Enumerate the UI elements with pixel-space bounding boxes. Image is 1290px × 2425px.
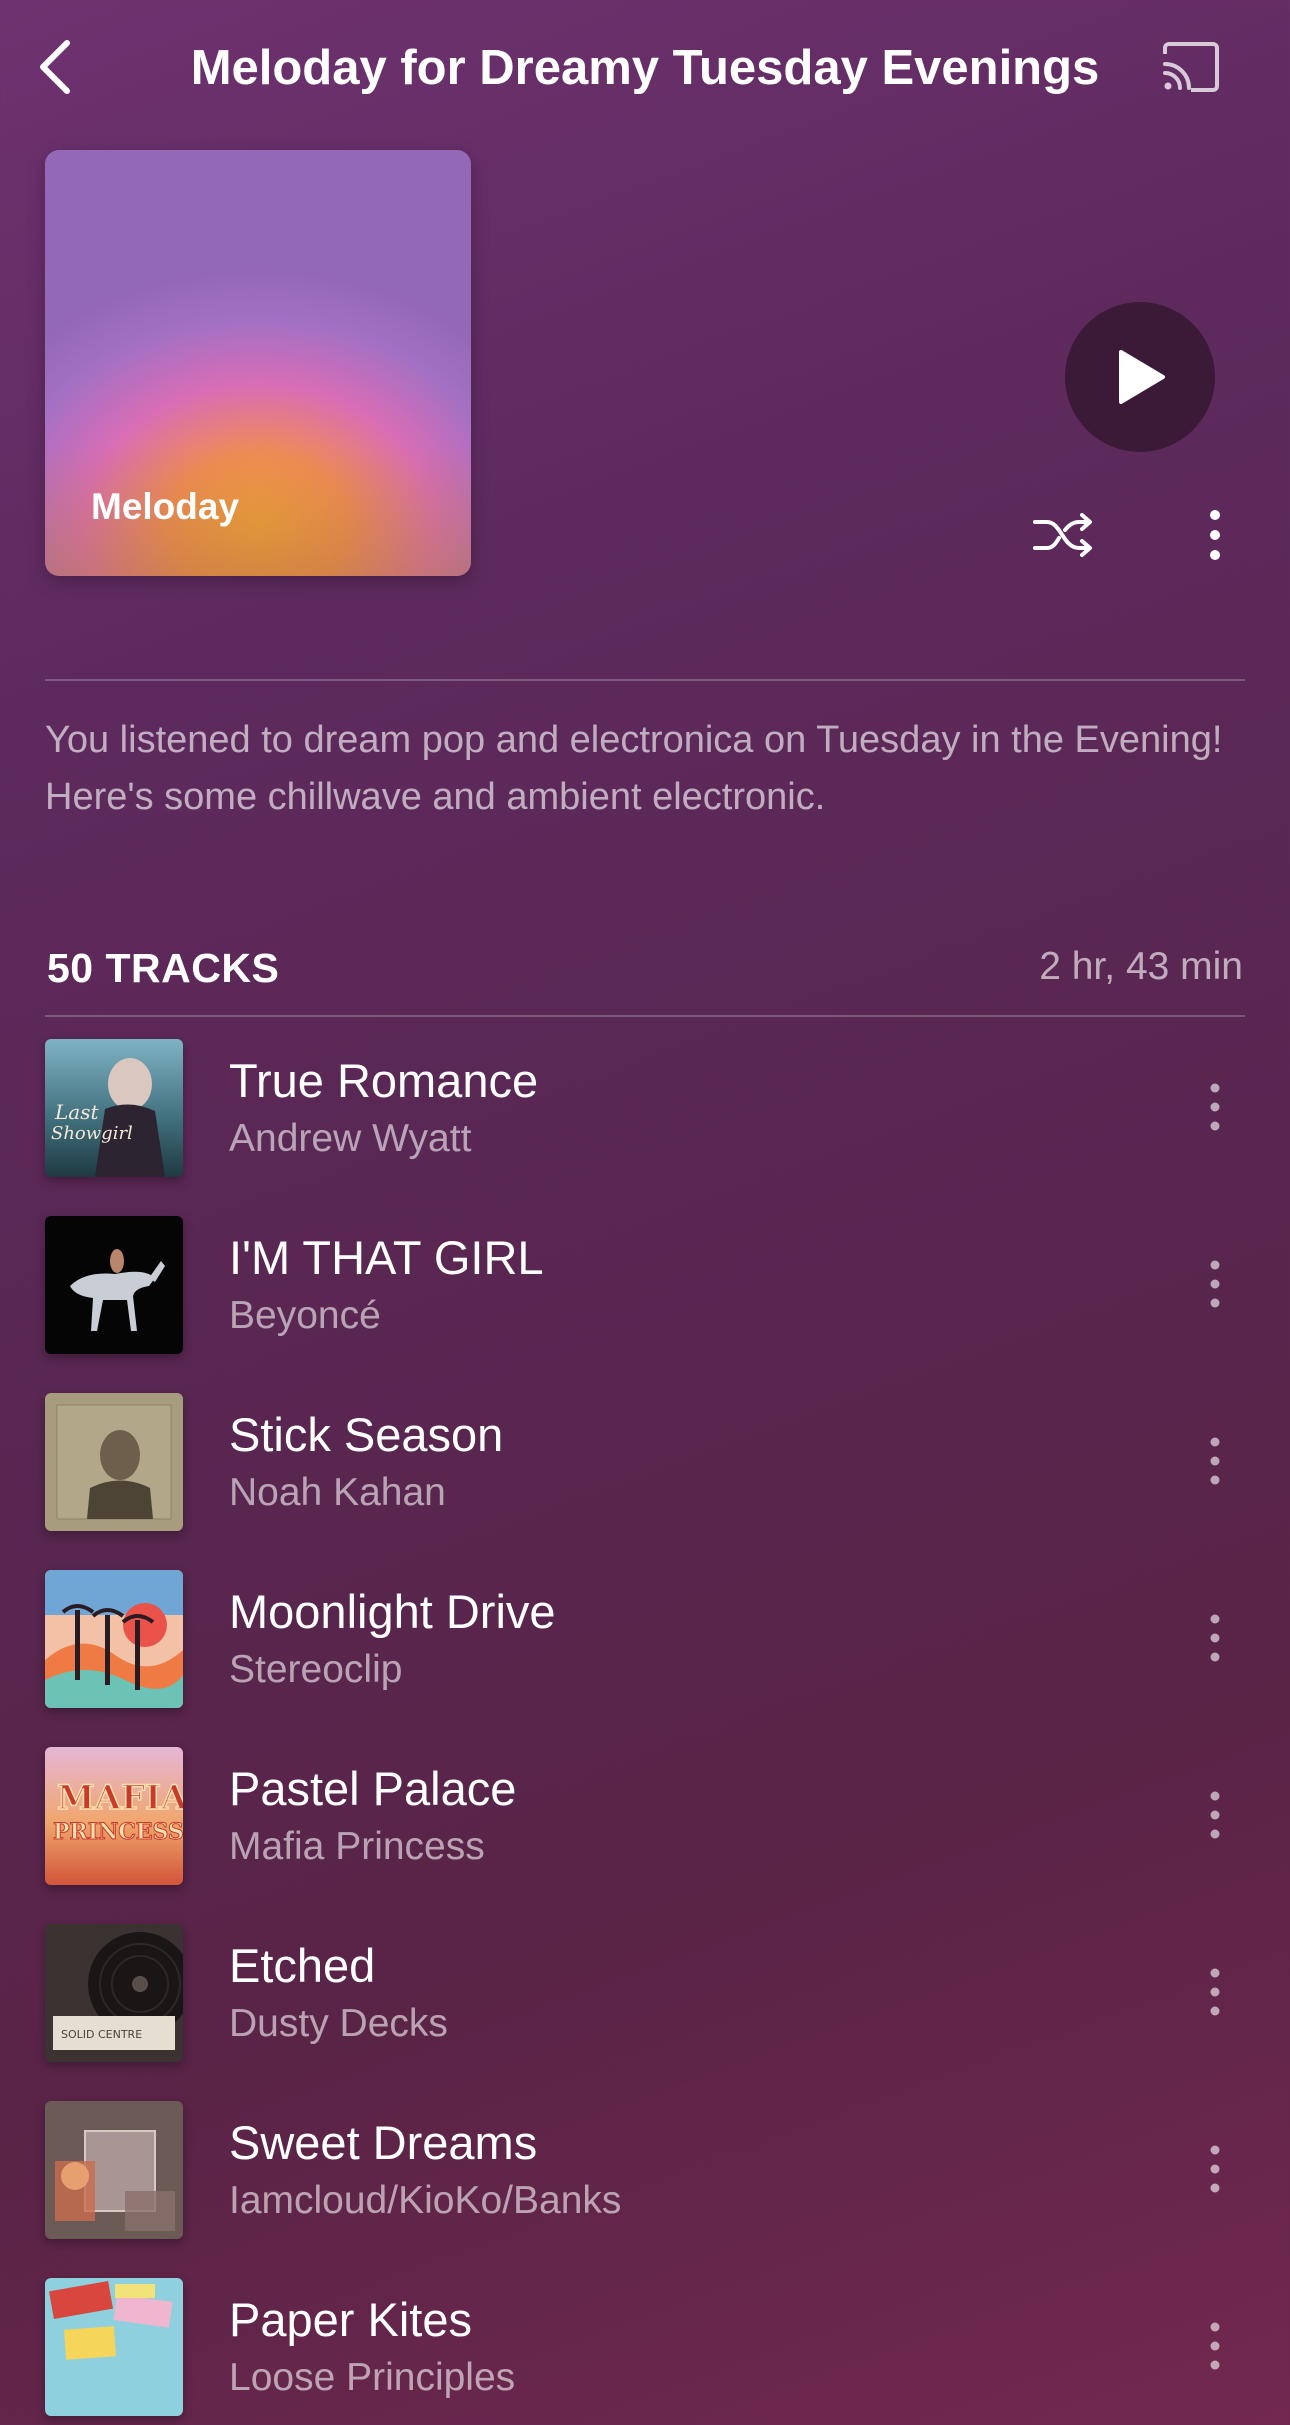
track-title: Moonlight Drive xyxy=(229,1585,556,1638)
track-count: 50 TRACKS xyxy=(47,945,280,991)
playlist-duration: 2 hr, 43 min xyxy=(1039,945,1243,988)
track-row[interactable]: Paper Kites Loose Principles xyxy=(0,2256,1290,2425)
track-title: Pastel Palace xyxy=(229,1762,517,1815)
track-title: Paper Kites xyxy=(229,2293,472,2346)
track-more-button[interactable] xyxy=(1195,1252,1235,1316)
track-row[interactable]: I'M THAT GIRL Beyoncé xyxy=(0,1194,1290,1371)
play-button[interactable] xyxy=(1065,302,1215,452)
back-button[interactable] xyxy=(30,34,80,100)
track-artist: Loose Principles xyxy=(229,2356,516,2399)
playlist-more-button[interactable] xyxy=(1195,505,1235,565)
svg-text:SOLID CENTRE: SOLID CENTRE xyxy=(61,2028,142,2041)
album-art: Last Showgirl xyxy=(45,1039,183,1177)
album-art xyxy=(45,2278,183,2416)
album-art xyxy=(45,1393,183,1531)
track-row[interactable]: Moonlight Drive Stereoclip xyxy=(0,1548,1290,1725)
track-more-button[interactable] xyxy=(1195,1075,1235,1139)
svg-text:MAFIA: MAFIA xyxy=(57,1778,183,1818)
page-title: Meloday for Dreamy Tuesday Evenings xyxy=(190,41,1100,95)
track-artist: Stereoclip xyxy=(229,1648,403,1691)
track-row[interactable]: Stick Season Noah Kahan xyxy=(0,1371,1290,1548)
track-artist: Iamcloud/KioKo/Banks xyxy=(229,2179,622,2222)
shuffle-icon xyxy=(1033,513,1092,557)
track-more-button[interactable] xyxy=(1195,2314,1235,2378)
more-vertical-icon xyxy=(1210,1083,1220,1131)
cast-button[interactable] xyxy=(1155,36,1227,98)
track-artist: Andrew Wyatt xyxy=(229,1117,472,1160)
track-artist: Mafia Princess xyxy=(229,1825,485,1868)
track-title: I'M THAT GIRL xyxy=(229,1231,544,1284)
track-more-button[interactable] xyxy=(1195,2137,1235,2201)
playlist-cover-art: Meloday xyxy=(45,150,471,576)
svg-text:PRINCESS: PRINCESS xyxy=(53,1819,183,1845)
play-icon xyxy=(1119,350,1165,404)
track-row[interactable]: Sweet Dreams Iamcloud/KioKo/Banks xyxy=(0,2079,1290,2256)
cover-label: Meloday xyxy=(91,486,240,527)
track-artist: Dusty Decks xyxy=(229,2002,448,2045)
track-title: Etched xyxy=(229,1939,376,1992)
track-more-button[interactable] xyxy=(1195,1606,1235,1670)
more-vertical-icon xyxy=(1210,1968,1220,2016)
track-row[interactable]: SOLID CENTRE Etched Dusty Decks xyxy=(0,1902,1290,2079)
track-more-button[interactable] xyxy=(1195,1429,1235,1493)
more-vertical-icon xyxy=(1210,1437,1220,1485)
album-art xyxy=(45,2101,183,2239)
svg-text:Showgirl: Showgirl xyxy=(51,1123,133,1144)
shuffle-button[interactable] xyxy=(1030,505,1098,565)
track-artist: Beyoncé xyxy=(229,1294,381,1337)
track-more-button[interactable] xyxy=(1195,1960,1235,2024)
header-bar: Meloday for Dreamy Tuesday Evenings xyxy=(0,0,1290,140)
playlist-description: You listened to dream pop and electronic… xyxy=(45,719,1223,818)
track-title: True Romance xyxy=(229,1054,539,1107)
more-vertical-icon xyxy=(1210,510,1220,560)
track-artist: Noah Kahan xyxy=(229,1471,446,1514)
cast-icon xyxy=(1163,42,1219,92)
divider xyxy=(45,679,1245,681)
track-row[interactable]: Last Showgirl True Romance Andrew Wyatt xyxy=(0,1017,1290,1194)
svg-text:Last: Last xyxy=(54,1100,99,1124)
track-title: Stick Season xyxy=(229,1408,504,1461)
more-vertical-icon xyxy=(1210,2322,1220,2370)
track-title: Sweet Dreams xyxy=(229,2116,538,2169)
track-more-button[interactable] xyxy=(1195,1783,1235,1847)
more-vertical-icon xyxy=(1210,2145,1220,2193)
more-vertical-icon xyxy=(1210,1614,1220,1662)
track-row[interactable]: MAFIA PRINCESS Pastel Palace Mafia Princ… xyxy=(0,1725,1290,1902)
album-art: MAFIA PRINCESS xyxy=(45,1747,183,1885)
track-list: Last Showgirl True Romance Andrew Wyatt … xyxy=(0,1017,1290,2425)
more-vertical-icon xyxy=(1210,1260,1220,1308)
album-art xyxy=(45,1216,183,1354)
more-vertical-icon xyxy=(1210,1791,1220,1839)
album-art: SOLID CENTRE xyxy=(45,1924,183,2062)
chevron-left-icon xyxy=(40,40,70,94)
album-art xyxy=(45,1570,183,1708)
